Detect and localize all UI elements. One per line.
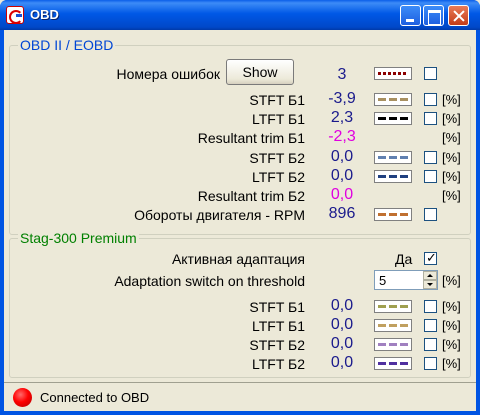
obd-row-label: LTFT Б2 (251, 169, 305, 185)
connection-status-text: Connected to OBD (40, 390, 150, 405)
obd-window: OBD OBD II / EOBD Номера ошибок Show 3 S… (0, 0, 480, 415)
errors-count: 3 (337, 66, 347, 83)
stag-row-color-swatch[interactable] (374, 319, 412, 332)
stag-row-unit: [%] (442, 299, 461, 314)
obd-row-value: 2,3 (330, 109, 354, 126)
obd-row-checkbox[interactable] (424, 151, 437, 164)
threshold-label: Adaptation switch on threshold (114, 273, 305, 289)
adaptive-label: Активная адаптация (171, 251, 305, 267)
obd-row-value: -2,3 (328, 128, 356, 145)
threshold-value: 5 (379, 273, 387, 288)
check-icon: ✓ (426, 250, 437, 265)
stag-row-value: 0,0 (330, 354, 354, 371)
errors-plot-checkbox[interactable] (424, 67, 437, 80)
obd-row-value: 0,0 (330, 148, 354, 165)
stag-row-label: LTFT Б2 (251, 356, 305, 372)
stag-row-checkbox[interactable] (424, 300, 437, 313)
stag-row-unit: [%] (442, 318, 461, 333)
obd-row-label: Resultant trim Б1 (197, 130, 305, 146)
rpm-checkbox[interactable] (424, 208, 437, 221)
threshold-spinner[interactable]: 5 (374, 270, 438, 290)
obd-row-value: 0,0 (330, 186, 354, 203)
stag-row-color-swatch[interactable] (374, 300, 412, 313)
stag-row-checkbox[interactable] (424, 319, 437, 332)
obd-row-color-swatch[interactable] (374, 170, 412, 183)
stag-row-unit: [%] (442, 356, 461, 371)
close-button[interactable] (448, 5, 469, 26)
obd-row-checkbox[interactable] (424, 170, 437, 183)
spinner-buttons (423, 271, 437, 289)
obd-row-unit: [%] (442, 130, 461, 145)
errors-color-swatch[interactable] (374, 67, 412, 80)
stag-group-title: Stag-300 Premium (18, 230, 139, 246)
obd-row-color-swatch[interactable] (374, 93, 412, 106)
obd-row-label: Resultant trim Б2 (197, 188, 305, 204)
obd-row-value: 0,0 (330, 167, 354, 184)
obd-row-unit: [%] (442, 111, 461, 126)
obd-row-color-swatch[interactable] (374, 151, 412, 164)
obd-group-title: OBD II / EOBD (18, 37, 116, 53)
stag-row-color-swatch[interactable] (374, 357, 412, 370)
obd-row-label: LTFT Б1 (251, 111, 305, 127)
adaptive-checkbox[interactable]: ✓ (424, 250, 437, 265)
show-errors-button[interactable]: Show (226, 59, 294, 85)
stag-row-color-swatch[interactable] (374, 338, 412, 351)
rpm-color-swatch[interactable] (374, 208, 412, 221)
connection-status-icon (13, 388, 32, 407)
obd-row-checkbox[interactable] (424, 112, 437, 125)
obd-row-label: STFT Б2 (249, 150, 305, 166)
status-bar: Connected to OBD (4, 382, 476, 411)
stag-row-label: STFT Б2 (249, 337, 305, 353)
obd-row-unit: [%] (442, 188, 461, 203)
threshold-unit: [%] (442, 273, 461, 288)
stag-group: Stag-300 Premium Активная адаптация Да ✓… (9, 230, 471, 378)
stag-row-value: 0,0 (330, 297, 354, 314)
obd-row-unit: [%] (442, 169, 461, 184)
spinner-up-icon[interactable] (423, 271, 437, 280)
rpm-label: Обороты двигателя - RPM (134, 207, 305, 223)
title-bar[interactable]: OBD (0, 0, 480, 30)
stag-row-checkbox[interactable] (424, 357, 437, 370)
window-title: OBD (30, 7, 59, 22)
obd-row-unit: [%] (442, 92, 461, 107)
obd-group: OBD II / EOBD Номера ошибок Show 3 STFT … (9, 37, 471, 235)
client-area: OBD II / EOBD Номера ошибок Show 3 STFT … (4, 30, 476, 411)
maximize-button[interactable] (423, 5, 444, 26)
obd-row-unit: [%] (442, 150, 461, 165)
obd-row-value: -3,9 (328, 90, 356, 107)
stag-row-checkbox[interactable] (424, 338, 437, 351)
rpm-value: 896 (328, 205, 356, 222)
adaptive-value: Да (395, 251, 413, 267)
minimize-button[interactable] (400, 5, 421, 26)
app-logo-icon (6, 6, 24, 24)
spinner-down-icon[interactable] (423, 280, 437, 289)
errors-label: Номера ошибок (116, 66, 220, 82)
obd-row-checkbox[interactable] (424, 93, 437, 106)
stag-row-value: 0,0 (330, 316, 354, 333)
stag-row-unit: [%] (442, 337, 461, 352)
stag-row-value: 0,0 (330, 335, 354, 352)
stag-row-label: LTFT Б1 (251, 318, 305, 334)
stag-row-label: STFT Б1 (249, 299, 305, 315)
obd-row-color-swatch[interactable] (374, 112, 412, 125)
obd-row-label: STFT Б1 (249, 92, 305, 108)
